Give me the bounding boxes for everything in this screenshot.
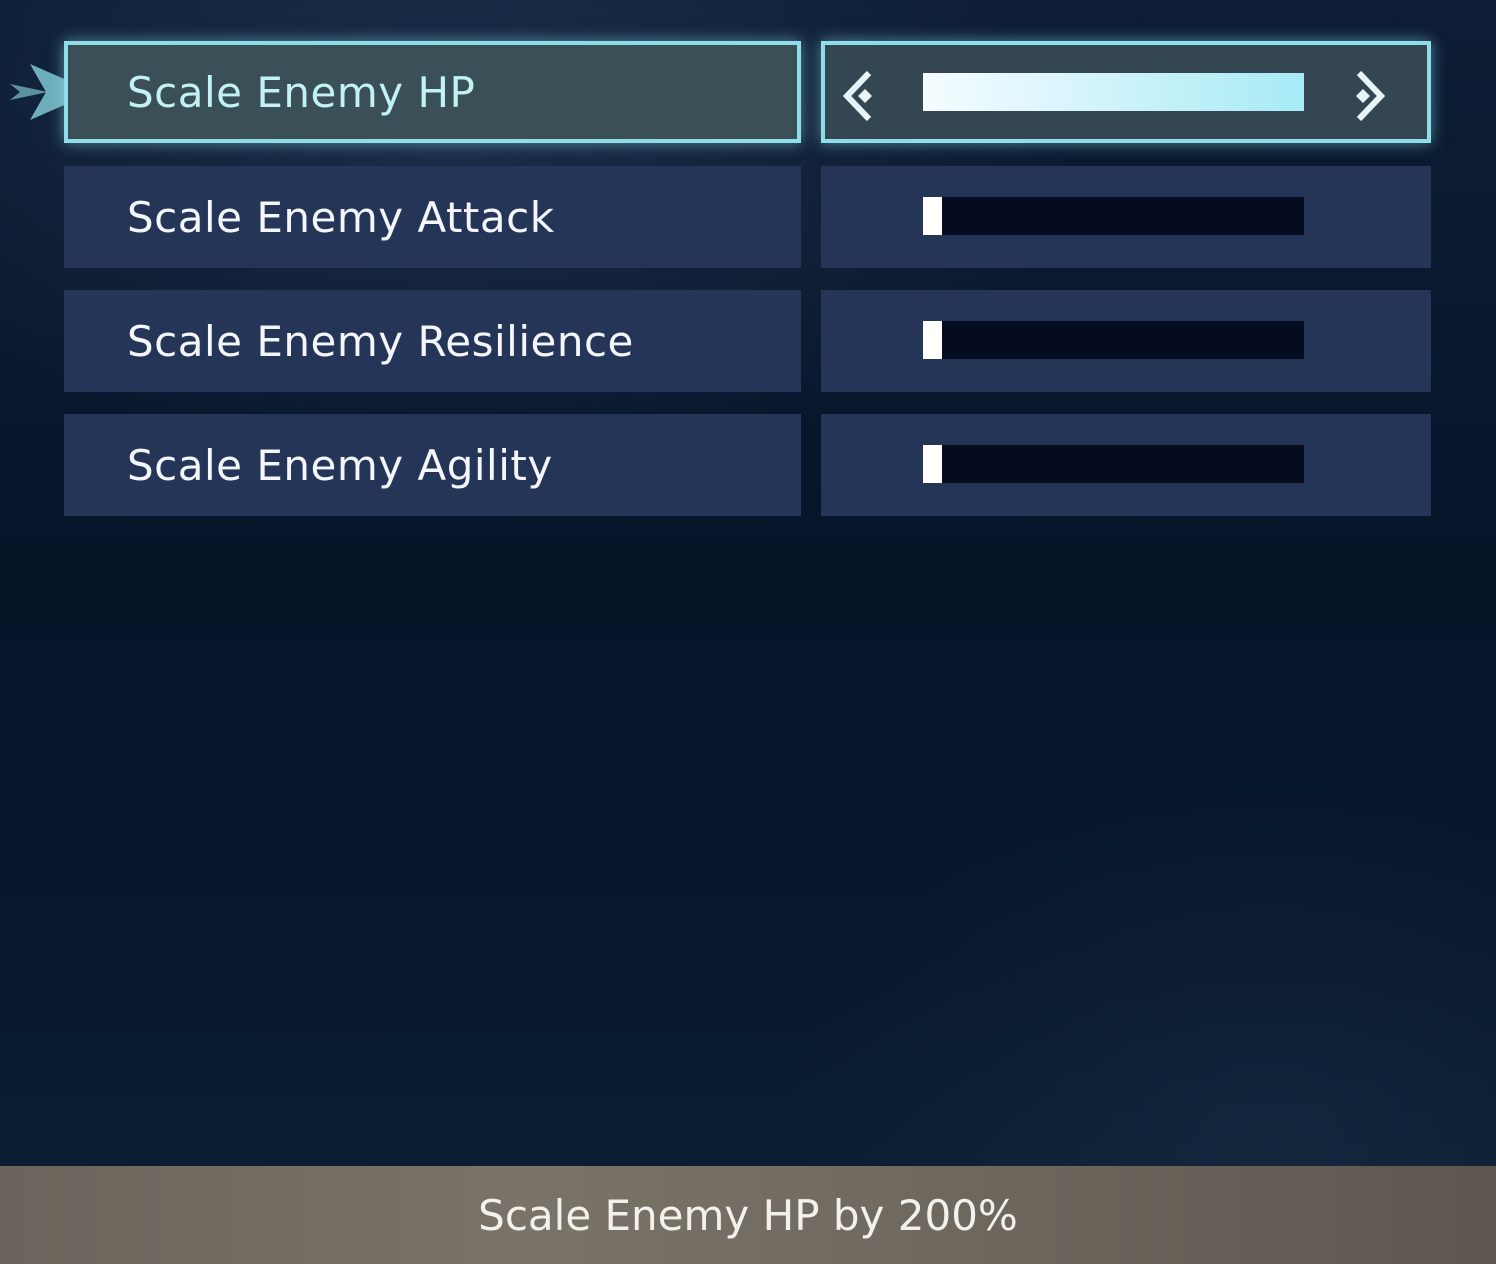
arrow-right-icon[interactable] — [1345, 67, 1389, 125]
slider-fill — [923, 197, 943, 235]
slider-fill — [923, 445, 943, 483]
menu-item-label-box[interactable]: Scale Enemy Agility — [64, 414, 801, 516]
arrow-left-icon[interactable] — [839, 67, 883, 125]
menu-item-label-box[interactable]: Scale Enemy Resilience — [64, 290, 801, 392]
slider-control[interactable] — [821, 290, 1431, 392]
slider-fill — [923, 321, 943, 359]
slider-control[interactable] — [821, 41, 1431, 143]
menu-item-label: Scale Enemy Resilience — [127, 316, 634, 366]
menu-row-scale-enemy-agility[interactable]: Scale Enemy Agility — [0, 414, 1496, 516]
description-footer: Scale Enemy HP by 200% — [0, 1166, 1496, 1264]
description-text: Scale Enemy HP by 200% — [478, 1190, 1018, 1240]
menu-item-label: Scale Enemy Attack — [127, 192, 555, 242]
slider-track[interactable] — [923, 73, 1304, 111]
menu-row-scale-enemy-hp[interactable]: Scale Enemy HP — [0, 41, 1496, 143]
menu-row-scale-enemy-attack[interactable]: Scale Enemy Attack — [0, 166, 1496, 268]
slider-track[interactable] — [923, 321, 1304, 359]
slider-track[interactable] — [923, 197, 1304, 235]
slider-control[interactable] — [821, 414, 1431, 516]
menu-item-label-box[interactable]: Scale Enemy HP — [64, 41, 801, 143]
menu-row-scale-enemy-resilience[interactable]: Scale Enemy Resilience — [0, 290, 1496, 392]
menu-item-label: Scale Enemy Agility — [127, 440, 553, 490]
menu-item-label-box[interactable]: Scale Enemy Attack — [64, 166, 801, 268]
slider-control[interactable] — [821, 166, 1431, 268]
slider-fill — [923, 73, 1304, 111]
slider-track[interactable] — [923, 445, 1304, 483]
menu-item-label: Scale Enemy HP — [127, 67, 476, 117]
